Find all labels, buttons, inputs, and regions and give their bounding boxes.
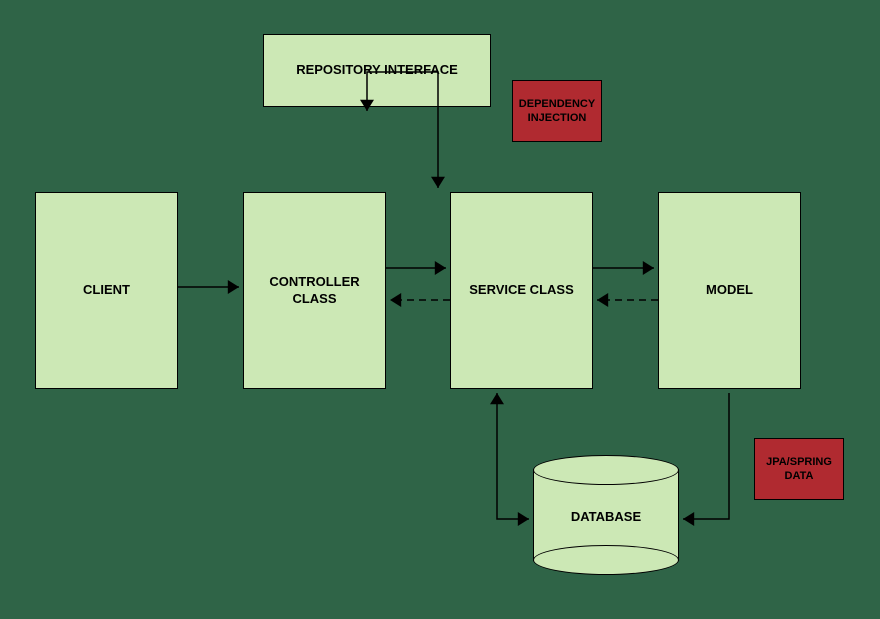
client-label: CLIENT [83, 282, 130, 299]
service-class-box: SERVICE CLASS [450, 192, 593, 389]
repository-interface-box: REPOSITORY INTERFACE [263, 34, 491, 107]
model-box: MODEL [658, 192, 801, 389]
jpa-spring-data-label: JPA/SPRING DATA [759, 455, 839, 484]
controller-class-box: CONTROLLER CLASS [243, 192, 386, 389]
repository-interface-label: REPOSITORY INTERFACE [296, 62, 458, 79]
database-to-service [497, 393, 529, 519]
dependency-injection-label: DEPENDENCY INJECTION [517, 97, 597, 126]
database-cylinder: DATABASE [533, 455, 679, 575]
dependency-injection-tag: DEPENDENCY INJECTION [512, 80, 602, 142]
database-label: DATABASE [533, 509, 679, 524]
model-to-database [683, 393, 729, 519]
service-class-label: SERVICE CLASS [469, 282, 574, 299]
controller-class-label: CONTROLLER CLASS [248, 274, 381, 308]
model-label: MODEL [706, 282, 753, 299]
jpa-spring-data-tag: JPA/SPRING DATA [754, 438, 844, 500]
client-box: CLIENT [35, 192, 178, 389]
